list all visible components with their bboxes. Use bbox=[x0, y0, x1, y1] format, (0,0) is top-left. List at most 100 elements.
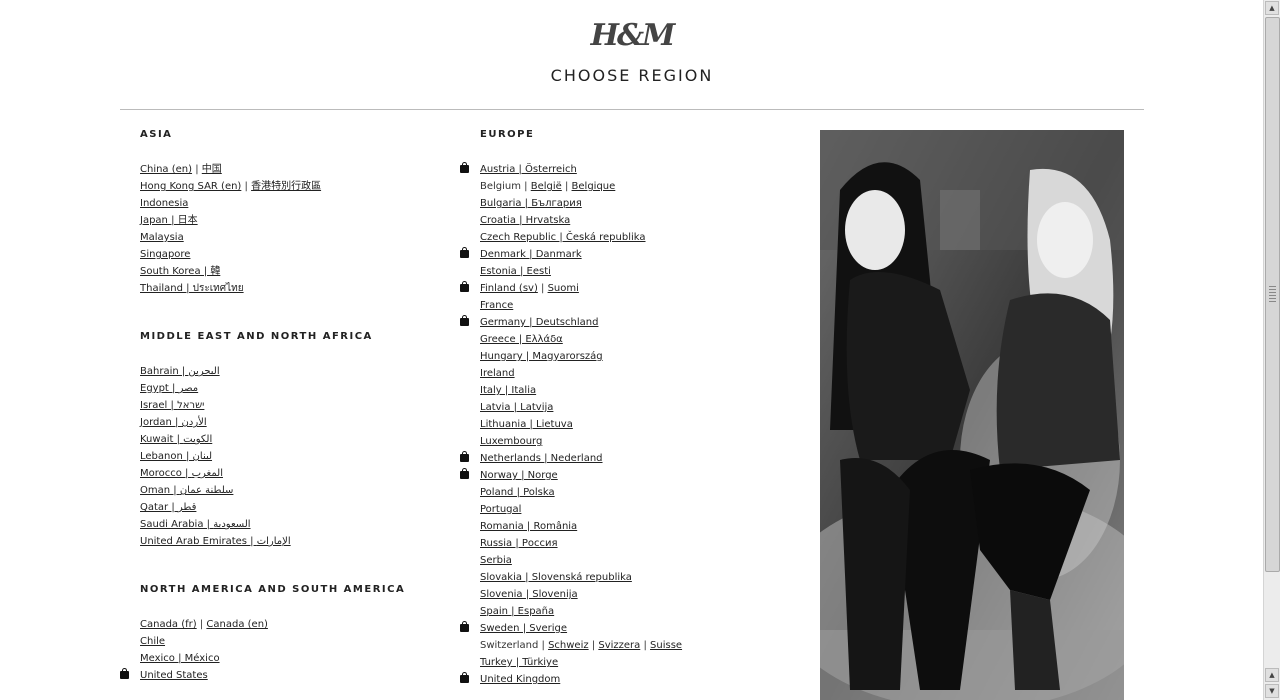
country-link[interactable]: France bbox=[480, 300, 513, 311]
country-link[interactable]: Slovakia | Slovenská republika bbox=[480, 572, 632, 583]
country-item: France bbox=[480, 297, 800, 314]
country-link[interactable]: Svizzera bbox=[598, 640, 640, 651]
country-link[interactable]: Chile bbox=[140, 636, 165, 647]
region-title-americas: NORTH AMERICA AND SOUTH AMERICA bbox=[140, 584, 406, 595]
country-item: Netherlands | Nederland bbox=[460, 450, 800, 467]
country-link[interactable]: Netherlands | Nederland bbox=[480, 453, 603, 464]
country-link[interactable]: Czech Republic | Česká republika bbox=[480, 232, 646, 243]
country-link[interactable]: Suisse bbox=[650, 640, 682, 651]
country-item: Belgium | België | Belgique bbox=[480, 178, 800, 195]
country-link[interactable]: Slovenia | Slovenija bbox=[480, 589, 578, 600]
country-item: Germany | Deutschland bbox=[460, 314, 800, 331]
country-item: United Kingdom bbox=[460, 671, 800, 688]
vertical-scrollbar[interactable]: ▲ ▲ ▼ bbox=[1263, 0, 1280, 700]
country-link[interactable]: Qatar | قطر bbox=[140, 502, 196, 513]
separator-text: Belgium | bbox=[480, 181, 531, 192]
country-link[interactable]: Saudi Arabia | السعودية bbox=[140, 519, 251, 530]
country-link[interactable]: Estonia | Eesti bbox=[480, 266, 551, 277]
country-link[interactable]: Jordan | الأردن bbox=[140, 417, 207, 428]
country-link[interactable]: Oman | سلطنة عمان bbox=[140, 485, 233, 496]
country-link[interactable]: Schweiz bbox=[548, 640, 589, 651]
country-item: Austria | Österreich bbox=[460, 161, 800, 178]
country-item: Estonia | Eesti bbox=[480, 263, 800, 280]
left-column: ASIA China (en) | 中国 Hong Kong SAR (en) |… bbox=[120, 128, 460, 684]
country-item: China (en) | 中国 bbox=[140, 161, 460, 178]
separator-text: | bbox=[192, 164, 202, 175]
country-link[interactable]: Suomi bbox=[548, 283, 579, 294]
country-link[interactable]: Romania | România bbox=[480, 521, 577, 532]
country-link[interactable]: Hong Kong SAR (en) bbox=[140, 181, 241, 192]
shopping-bag-icon bbox=[460, 468, 469, 479]
country-item: Qatar | قطر bbox=[140, 499, 460, 516]
country-link[interactable]: Hungary | Magyarország bbox=[480, 351, 603, 362]
scrollbar-thumb[interactable] bbox=[1265, 17, 1280, 572]
campaign-photo bbox=[820, 130, 1124, 700]
country-link[interactable]: Denmark | Danmark bbox=[480, 249, 582, 260]
country-link[interactable]: Sweden | Sverige bbox=[480, 623, 567, 634]
country-link[interactable]: Lithuania | Lietuva bbox=[480, 419, 573, 430]
country-link[interactable]: Mexico | México bbox=[140, 653, 220, 664]
country-link[interactable]: Bahrain | البحرين bbox=[140, 366, 220, 377]
country-item: Portugal bbox=[480, 501, 800, 518]
country-link[interactable]: Croatia | Hrvatska bbox=[480, 215, 570, 226]
country-link[interactable]: Finland (sv) bbox=[480, 283, 538, 294]
country-item: Thailand | ประเทศไทย bbox=[140, 280, 460, 297]
separator-text: | bbox=[561, 181, 572, 192]
country-link[interactable]: Thailand | ประเทศไทย bbox=[140, 283, 244, 294]
country-link[interactable]: Israel | ישראל bbox=[140, 400, 204, 411]
country-link[interactable]: Ireland bbox=[480, 368, 515, 379]
country-link[interactable]: United States bbox=[140, 670, 208, 681]
country-item: Spain | España bbox=[480, 603, 800, 620]
country-link[interactable]: Canada (en) bbox=[206, 619, 268, 630]
country-link[interactable]: Greece | Ελλάδα bbox=[480, 334, 563, 345]
country-link[interactable]: Austria | Österreich bbox=[480, 164, 577, 175]
scroll-up-arrow-icon[interactable]: ▲ bbox=[1265, 1, 1279, 15]
country-link[interactable]: Canada (fr) bbox=[140, 619, 197, 630]
country-link[interactable]: Indonesia bbox=[140, 198, 188, 209]
country-link[interactable]: Turkey | Türkiye bbox=[480, 657, 558, 668]
shopping-bag-icon bbox=[460, 162, 469, 173]
country-link[interactable]: Portugal bbox=[480, 504, 521, 515]
country-link[interactable]: 中国 bbox=[202, 164, 222, 175]
country-item: Norway | Norge bbox=[460, 467, 800, 484]
country-link[interactable]: United Arab Emirates | الإمارات bbox=[140, 536, 291, 547]
separator-text: | bbox=[640, 640, 651, 651]
shopping-bag-icon bbox=[120, 668, 129, 679]
country-item: Poland | Polska bbox=[480, 484, 800, 501]
hm-logo[interactable]: H&M bbox=[0, 18, 1264, 53]
country-link[interactable]: Singapore bbox=[140, 249, 190, 260]
country-link[interactable]: Luxembourg bbox=[480, 436, 542, 447]
country-link[interactable]: Morocco | المغرب bbox=[140, 468, 223, 479]
country-item: Malaysia bbox=[140, 229, 460, 246]
country-item: United Arab Emirates | الإمارات bbox=[140, 533, 460, 550]
country-item: Turkey | Türkiye bbox=[480, 654, 800, 671]
country-link[interactable]: Norway | Norge bbox=[480, 470, 558, 481]
country-link[interactable]: Kuwait | الكويت bbox=[140, 434, 212, 445]
country-link[interactable]: Belgique bbox=[572, 181, 616, 192]
region-title-asia: ASIA bbox=[140, 129, 173, 140]
country-link[interactable]: China (en) bbox=[140, 164, 192, 175]
country-link[interactable]: Japan | 日本 bbox=[140, 215, 198, 226]
separator-text: | bbox=[196, 619, 207, 630]
country-link[interactable]: South Korea | 韓 bbox=[140, 266, 220, 277]
country-link[interactable]: België bbox=[531, 181, 562, 192]
scroll-up-arrow-icon[interactable]: ▲ bbox=[1265, 668, 1279, 682]
country-link[interactable]: Italy | Italia bbox=[480, 385, 536, 396]
country-link[interactable]: Germany | Deutschland bbox=[480, 317, 598, 328]
country-link[interactable]: Bulgaria | България bbox=[480, 198, 582, 209]
country-link[interactable]: Serbia bbox=[480, 555, 512, 566]
country-item: South Korea | 韓 bbox=[140, 263, 460, 280]
country-link[interactable]: Spain | España bbox=[480, 606, 554, 617]
country-item: Finland (sv) | Suomi bbox=[460, 280, 800, 297]
country-link[interactable]: Malaysia bbox=[140, 232, 184, 243]
country-link[interactable]: Latvia | Latvija bbox=[480, 402, 553, 413]
country-link[interactable]: 香港特別行政區 bbox=[251, 181, 321, 192]
country-item: Denmark | Danmark bbox=[460, 246, 800, 263]
country-link[interactable]: United Kingdom bbox=[480, 674, 560, 685]
country-link[interactable]: Lebanon | لبنان bbox=[140, 451, 212, 462]
separator-text: Switzerland | bbox=[480, 640, 549, 651]
scroll-down-arrow-icon[interactable]: ▼ bbox=[1265, 684, 1279, 698]
country-link[interactable]: Russia | Россия bbox=[480, 538, 558, 549]
country-link[interactable]: Poland | Polska bbox=[480, 487, 555, 498]
country-link[interactable]: Egypt | مصر bbox=[140, 383, 198, 394]
